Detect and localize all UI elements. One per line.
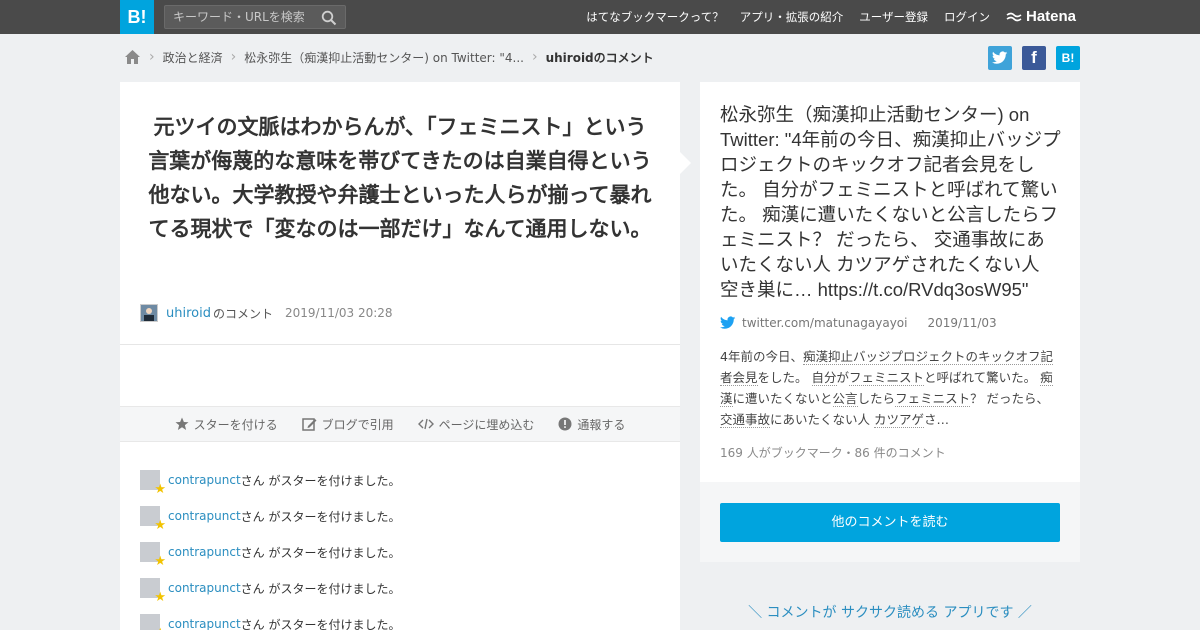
comment-text: 元ツイの文脈はわからんが、「フェミニスト」という言葉が侮蔑的な意味を帯びてきたの… xyxy=(148,115,652,241)
entry-card: 松永弥生（痴漢抑止活動センター) on Twitter: "4年前の今日、痴漢抑… xyxy=(700,82,1080,482)
more-comments-area: 他のコメントを読む xyxy=(700,482,1080,562)
alert-icon xyxy=(558,417,572,431)
avatar[interactable]: ★ xyxy=(140,470,166,496)
list-item: ★ contrapunctさん がスターを付けました。 xyxy=(140,498,401,534)
hatena-share-button[interactable]: B! xyxy=(1056,46,1080,70)
report-button[interactable]: 通報する xyxy=(558,416,625,433)
search-input[interactable] xyxy=(165,6,315,28)
star-icon: ★ xyxy=(154,554,166,569)
blog-quote-label: ブログで引用 xyxy=(321,417,394,432)
embed-button[interactable]: ページに埋め込む xyxy=(417,416,535,433)
app-promo-link[interactable]: ＼ コメントが サクサク読める アプリです ／ xyxy=(700,602,1080,622)
breadcrumb-current: uhiroidのコメント xyxy=(545,50,654,65)
more-comments-button[interactable]: 他のコメントを読む xyxy=(720,503,1060,542)
breadcrumb-entry[interactable]: 松永弥生（痴漢抑止活動センター) on Twitter: "4... xyxy=(244,49,524,66)
summary-text: と呼ばれて驚いた。 xyxy=(924,370,1041,385)
add-star-button[interactable]: スターを付ける xyxy=(175,416,278,433)
list-item: ★ contrapunctさん がスターを付けました。 xyxy=(140,606,401,630)
nav-about[interactable]: はてなブックマークって？ xyxy=(586,9,723,25)
star-text: さん がスターを付けました。 xyxy=(240,581,401,596)
summary-text: したら xyxy=(857,391,896,406)
hatena-wave-icon xyxy=(1006,12,1022,21)
list-item: ★ contrapunctさん がスターを付けました。 xyxy=(140,534,401,570)
summary-keyword[interactable]: フェミニスト xyxy=(895,391,971,407)
embed-label: ページに埋め込む xyxy=(438,417,535,432)
nav-login[interactable]: ログイン xyxy=(944,9,990,25)
summary-keyword[interactable]: フェミニスト xyxy=(849,370,925,386)
summary-text: さ… xyxy=(924,412,950,427)
twitter-icon xyxy=(720,316,736,329)
comment-meta: uhiroid のコメント 2019/11/03 20:28 xyxy=(140,304,393,322)
hatena-brand[interactable]: Hatena xyxy=(1006,8,1076,25)
breadcrumb: › 政治と経済 › 松永弥生（痴漢抑止活動センター) on Twitter: "… xyxy=(124,46,654,68)
entry-date: 2019/11/03 xyxy=(927,316,997,330)
list-item: ★ contrapunctさん がスターを付けました。 xyxy=(140,570,401,606)
user-avatar-icon xyxy=(141,305,157,321)
star-user-link[interactable]: contrapunct xyxy=(168,473,241,487)
facebook-share-button[interactable]: f xyxy=(1022,46,1046,70)
summary-text: にあいたくない人 xyxy=(770,412,874,427)
entry-title[interactable]: 松永弥生（痴漢抑止活動センター) on Twitter: "4年前の今日、痴漢抑… xyxy=(720,102,1062,302)
avatar[interactable]: ★ xyxy=(140,506,166,532)
summary-text: に遭いたくないと xyxy=(732,391,833,406)
search-icon[interactable] xyxy=(321,10,337,26)
star-text: さん がスターを付けました。 xyxy=(240,545,401,560)
avatar[interactable]: ★ xyxy=(140,542,166,568)
edit-icon xyxy=(301,418,317,431)
add-star-label: スターを付ける xyxy=(193,417,278,432)
summary-text: をした。 xyxy=(757,370,812,385)
report-label: 通報する xyxy=(577,417,626,432)
avatar[interactable] xyxy=(140,304,158,322)
star-text: さん がスターを付けました。 xyxy=(240,509,401,524)
star-list: ★ contrapunct さん がスターを付けました。 ★ contrapunc… xyxy=(140,462,401,630)
avatar[interactable]: ★ xyxy=(140,614,166,630)
hatena-bookmark-logo[interactable]: B! xyxy=(120,0,154,34)
star-icon: ★ xyxy=(154,590,166,605)
divider xyxy=(120,344,680,345)
breadcrumb-category[interactable]: 政治と経済 xyxy=(163,49,223,66)
avatar[interactable]: ★ xyxy=(140,578,166,604)
summary-text: ？ だったら、 xyxy=(970,391,1050,406)
chevron-right-icon: › xyxy=(149,49,155,65)
twitter-icon xyxy=(992,51,1008,64)
hatena-brand-label: Hatena xyxy=(1026,8,1077,25)
code-icon xyxy=(417,418,434,430)
entry-source: twitter.com/matunagayayoi 2019/11/03 xyxy=(720,316,997,330)
star-icon: ★ xyxy=(154,518,166,533)
summary-keyword[interactable]: 交通事故 xyxy=(720,412,771,428)
star-user-link[interactable]: contrapunct xyxy=(168,545,241,559)
comment-card: 元ツイの文脈はわからんが、「フェミニスト」という言葉が侮蔑的な意味を帯びてきたの… xyxy=(120,82,680,630)
top-nav: はてなブックマークって？ アプリ・拡張の紹介 ユーザー登録 ログイン xyxy=(570,0,990,34)
comment-date[interactable]: 2019/11/03 20:28 xyxy=(285,306,393,320)
chevron-right-icon: › xyxy=(531,49,538,65)
star-user-link[interactable]: contrapunct xyxy=(168,509,241,523)
search-box[interactable] xyxy=(164,5,346,29)
star-user-link[interactable]: contrapunct xyxy=(168,581,241,595)
entry-summary: 4年前の今日、痴漢抑止バッジプロジェクトのキックオフ記者会見をした。 自分がフェ… xyxy=(720,346,1060,430)
star-icon: ★ xyxy=(154,482,166,497)
star-text: さん がスターを付けました。 xyxy=(240,617,401,630)
summary-keyword[interactable]: カツアゲ xyxy=(874,412,925,428)
star-user-link[interactable]: contrapunct xyxy=(168,617,241,630)
comment-user-suffix: のコメント xyxy=(212,306,273,321)
entry-counts[interactable]: 169 人がブックマーク・86 件のコメント xyxy=(720,444,946,461)
nav-register[interactable]: ユーザー登録 xyxy=(859,9,928,25)
card-pointer xyxy=(680,152,691,174)
top-bar: B! はてなブックマークって？ アプリ・拡張の紹介 ユーザー登録 ログイン Ha… xyxy=(0,0,1200,34)
twitter-share-button[interactable] xyxy=(988,46,1012,70)
home-icon[interactable] xyxy=(124,49,141,65)
action-bar: スターを付ける ブログで引用 ページに埋め込む 通報する xyxy=(120,406,680,442)
comment-user-link[interactable]: uhiroid xyxy=(166,306,211,321)
summary-text: が xyxy=(836,370,850,385)
summary-keyword[interactable]: 公言 xyxy=(832,391,858,407)
star-text: さん がスターを付けました。 xyxy=(240,473,401,488)
nav-apps[interactable]: アプリ・拡張の紹介 xyxy=(740,9,844,25)
entry-domain[interactable]: twitter.com/matunagayayoi xyxy=(742,316,907,330)
summary-keyword[interactable]: 自分 xyxy=(811,370,837,386)
blog-quote-button[interactable]: ブログで引用 xyxy=(301,416,394,433)
star-icon xyxy=(175,417,189,430)
summary-text: 4年前の今日、 xyxy=(720,349,803,364)
chevron-right-icon: › xyxy=(230,49,237,65)
list-item: ★ contrapunctさん がスターを付けました。 xyxy=(140,462,401,498)
